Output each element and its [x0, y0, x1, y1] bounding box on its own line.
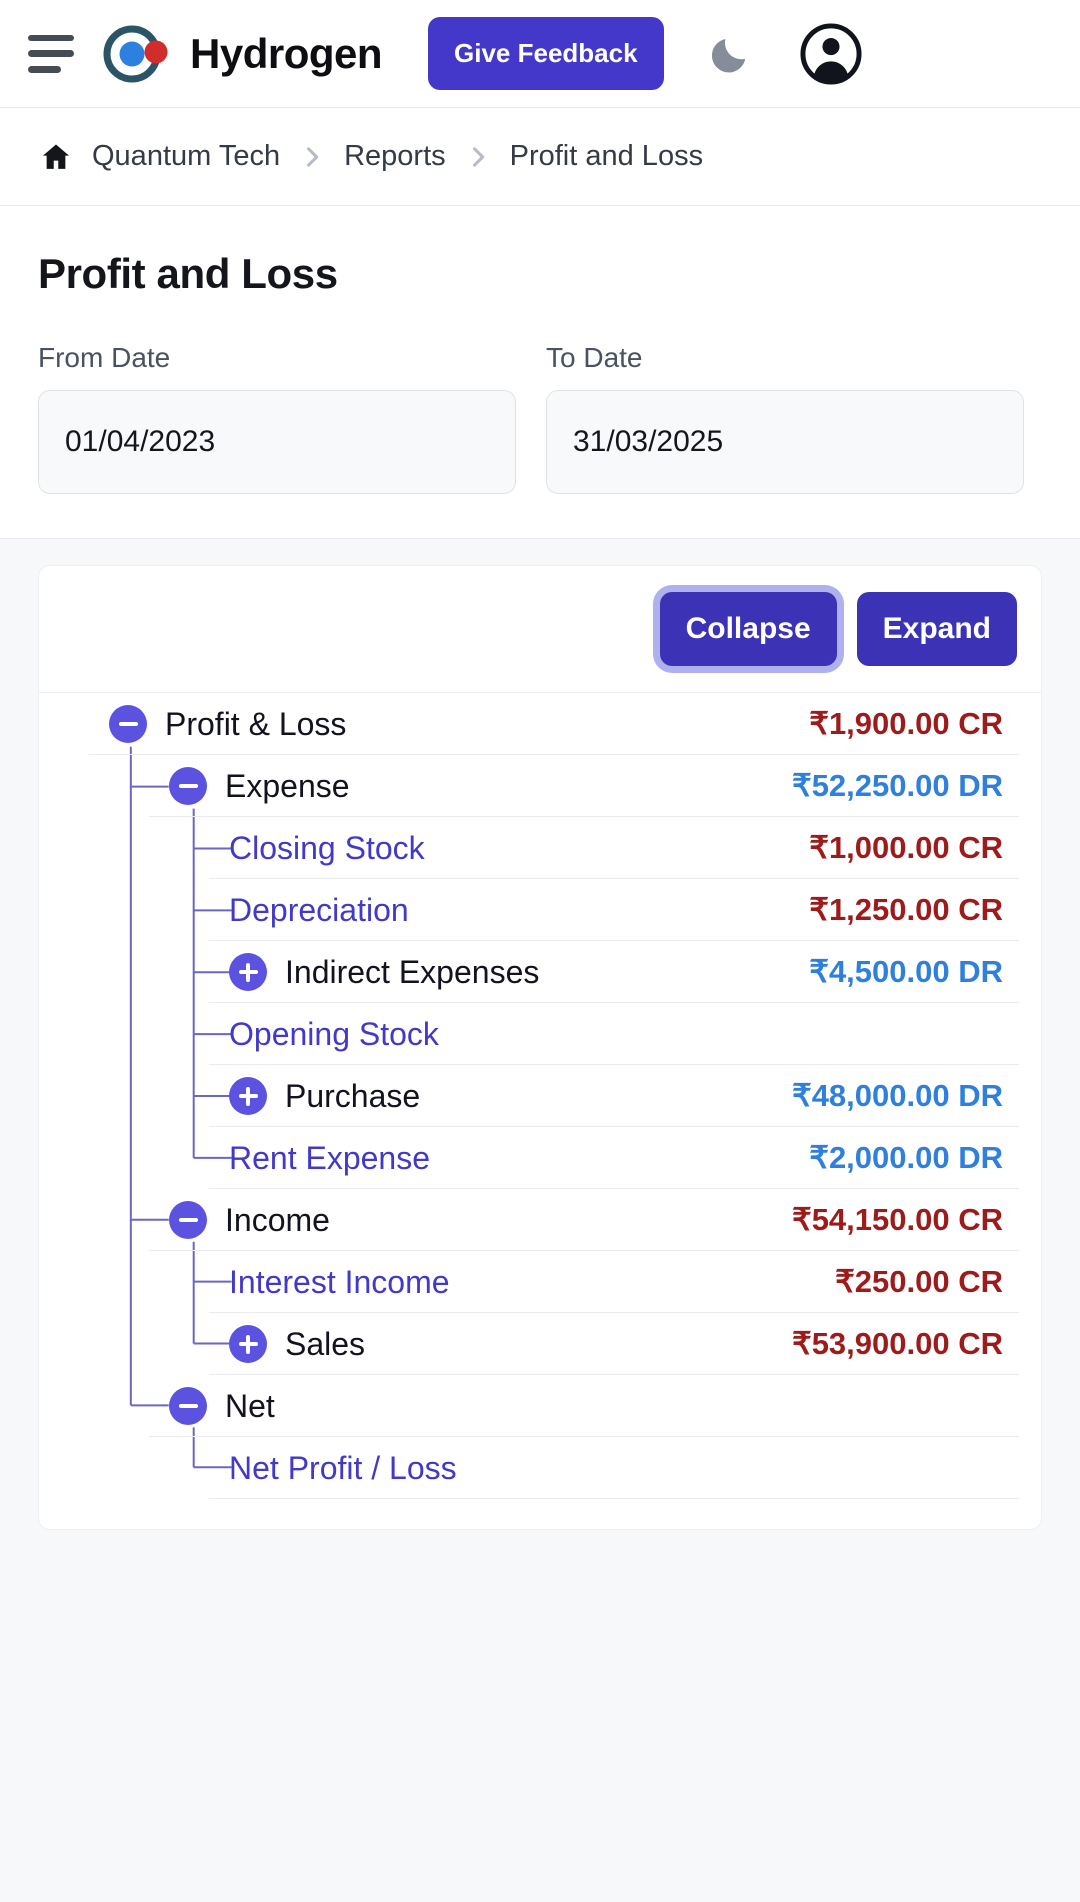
page-header-section: Profit and Loss From Date To Date: [0, 206, 1080, 539]
breadcrumb-item-current: Profit and Loss: [510, 140, 703, 173]
tree-node-label: Indirect Expenses: [285, 954, 539, 991]
tree-row[interactable]: Net Profit / Loss: [39, 1437, 1041, 1499]
tree-row[interactable]: Expense ₹52,250.00 DR: [39, 755, 1041, 817]
hamburger-icon[interactable]: [28, 35, 74, 73]
breadcrumb-item-reports[interactable]: Reports: [344, 140, 446, 173]
tree-node-label: Income: [225, 1202, 330, 1239]
tree-node-value: ₹1,000.00 CR: [809, 830, 1003, 866]
collapse-node-icon[interactable]: [109, 705, 147, 743]
tree-row[interactable]: Indirect Expenses ₹4,500.00 DR: [39, 941, 1041, 1003]
home-icon[interactable]: [38, 139, 74, 175]
tree-node-value: ₹250.00 CR: [835, 1264, 1003, 1300]
tree-toolbar: Collapse Expand: [39, 566, 1041, 693]
tree-row[interactable]: Sales ₹53,900.00 CR: [39, 1313, 1041, 1375]
tree-row[interactable]: Closing Stock ₹1,000.00 CR: [39, 817, 1041, 879]
tree-node-value: ₹2,000.00 DR: [809, 1140, 1003, 1176]
tree-node-value: ₹54,150.00 CR: [792, 1202, 1003, 1238]
brand-name: Hydrogen: [190, 30, 382, 78]
chevron-right-icon-2: [464, 143, 492, 171]
tree-row[interactable]: Interest Income ₹250.00 CR: [39, 1251, 1041, 1313]
row-divider: [209, 1498, 1019, 1499]
tree-node-label: Interest Income: [229, 1264, 450, 1301]
give-feedback-button[interactable]: Give Feedback: [428, 17, 664, 90]
page-title: Profit and Loss: [38, 250, 1042, 298]
tree-node-label: Closing Stock: [229, 830, 425, 867]
profit-loss-tree: Profit & Loss ₹1,900.00 CR Expense ₹52,250.…: [39, 693, 1041, 1529]
from-date-field: From Date: [38, 342, 516, 494]
report-area: Collapse Expand Profit & Loss ₹1,900.00 C…: [0, 539, 1080, 1902]
tree-row[interactable]: Purchase ₹48,000.00 DR: [39, 1065, 1041, 1127]
tree-row[interactable]: Depreciation ₹1,250.00 CR: [39, 879, 1041, 941]
to-date-label: To Date: [546, 342, 1024, 374]
tree-node-label: Sales: [285, 1326, 365, 1363]
from-date-label: From Date: [38, 342, 516, 374]
report-card: Collapse Expand Profit & Loss ₹1,900.00 C…: [38, 565, 1042, 1530]
chevron-right-icon: [298, 143, 326, 171]
hamburger-line-3: [28, 66, 61, 73]
breadcrumb: Quantum Tech Reports Profit and Loss: [0, 108, 1080, 206]
expand-node-icon[interactable]: [229, 953, 267, 991]
tree-node-label: Expense: [225, 768, 350, 805]
tree-node-label: Net: [225, 1388, 275, 1425]
tree-row[interactable]: Net: [39, 1375, 1041, 1437]
tree-node-label: Depreciation: [229, 892, 409, 929]
tree-row[interactable]: Profit & Loss ₹1,900.00 CR: [39, 693, 1041, 755]
home-glyph: [39, 140, 73, 174]
tree-node-value: ₹1,250.00 CR: [809, 892, 1003, 928]
collapse-node-icon[interactable]: [169, 1387, 207, 1425]
moon-glyph: [707, 31, 753, 77]
to-date-input[interactable]: [546, 390, 1024, 494]
from-date-input[interactable]: [38, 390, 516, 494]
brand-logo[interactable]: Hydrogen: [98, 16, 382, 92]
tree-node-label: Rent Expense: [229, 1140, 430, 1177]
expand-node-icon[interactable]: [229, 1077, 267, 1115]
atom-logo-icon: [98, 16, 174, 92]
expand-node-icon[interactable]: [229, 1325, 267, 1363]
tree-node-value: ₹48,000.00 DR: [792, 1078, 1003, 1114]
tree-node-value: ₹1,900.00 CR: [809, 706, 1003, 742]
to-date-field: To Date: [546, 342, 1024, 494]
moon-icon[interactable]: [706, 30, 754, 78]
tree-row[interactable]: Opening Stock: [39, 1003, 1041, 1065]
tree-node-label: Net Profit / Loss: [229, 1450, 457, 1487]
expand-button[interactable]: Expand: [857, 592, 1017, 666]
breadcrumb-item-company[interactable]: Quantum Tech: [92, 140, 280, 173]
tree-node-value: ₹53,900.00 CR: [792, 1326, 1003, 1362]
tree-node-label: Opening Stock: [229, 1016, 439, 1053]
tree-row[interactable]: Income ₹54,150.00 CR: [39, 1189, 1041, 1251]
tree-node-label: Profit & Loss: [165, 706, 346, 743]
collapse-node-icon[interactable]: [169, 1201, 207, 1239]
tree-node-value: ₹52,250.00 DR: [792, 768, 1003, 804]
tree-node-label: Purchase: [285, 1078, 420, 1115]
collapse-button[interactable]: Collapse: [660, 592, 837, 666]
hamburger-line-2: [28, 50, 74, 57]
date-filters: From Date To Date: [38, 342, 1042, 494]
tree-node-value: ₹4,500.00 DR: [809, 954, 1003, 990]
account-circle-icon[interactable]: [798, 21, 864, 87]
app-header: Hydrogen Give Feedback: [0, 0, 1080, 108]
hamburger-line-1: [28, 35, 74, 42]
collapse-node-icon[interactable]: [169, 767, 207, 805]
account-glyph: [798, 21, 864, 87]
tree-row[interactable]: Rent Expense ₹2,000.00 DR: [39, 1127, 1041, 1189]
